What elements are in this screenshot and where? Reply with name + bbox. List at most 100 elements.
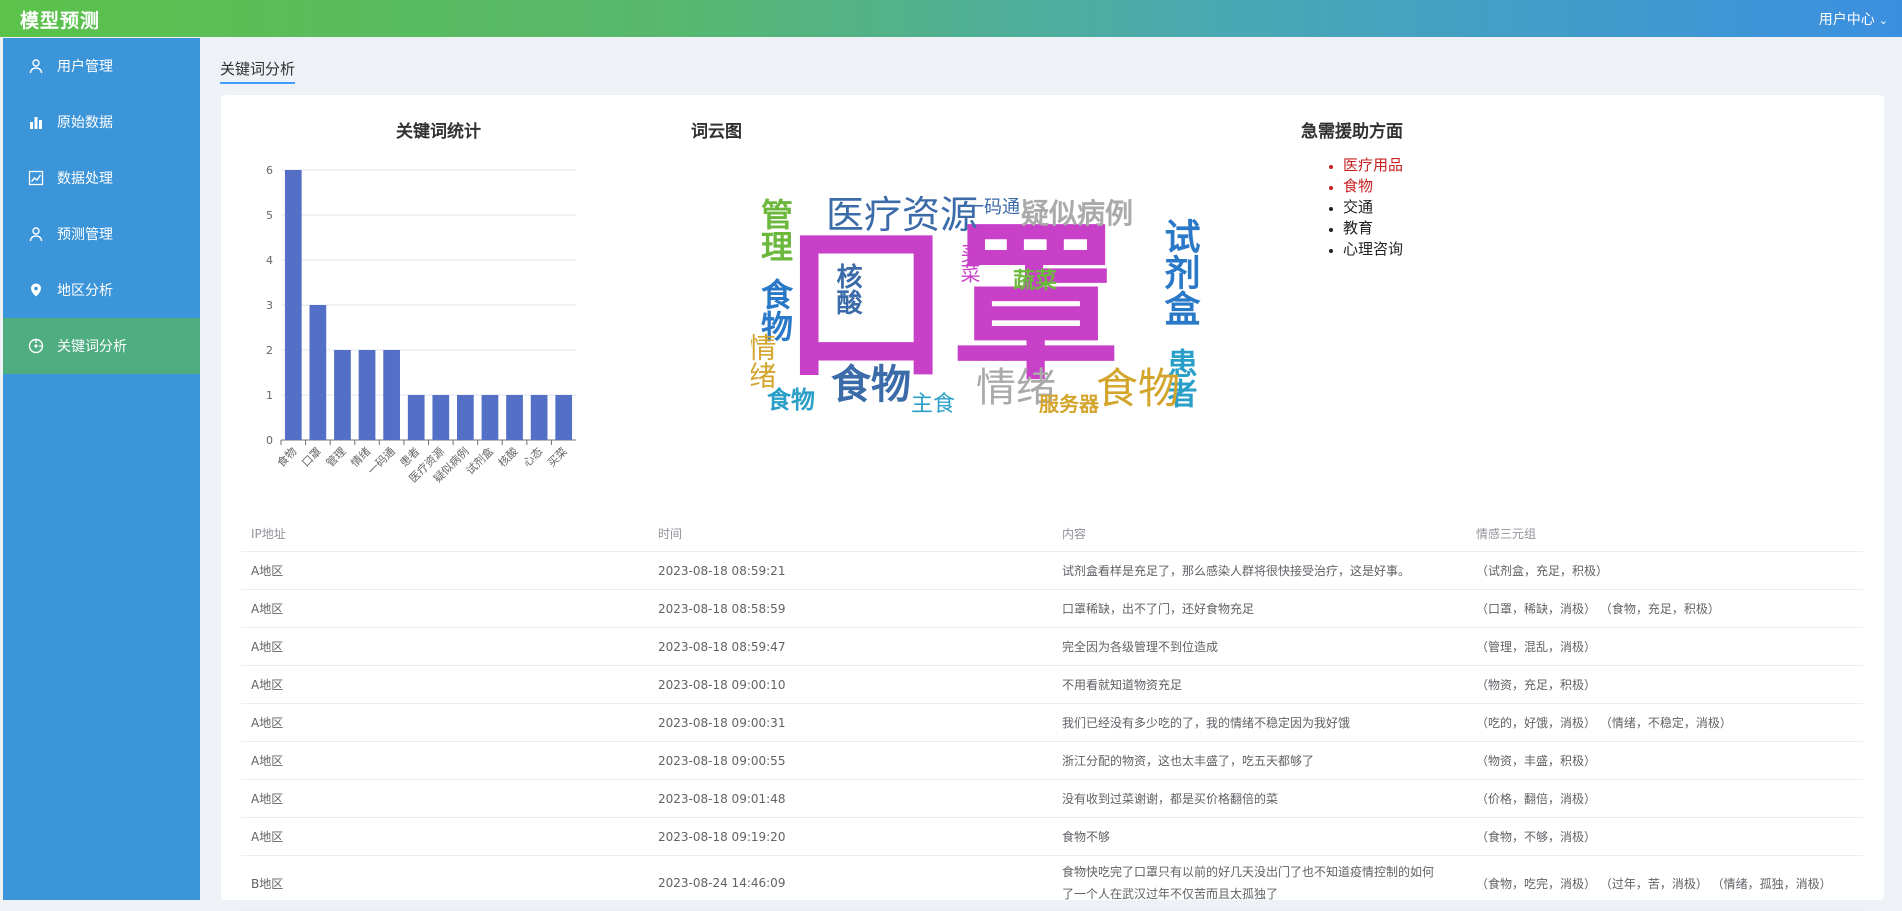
x-tick-label: 口罩 (299, 445, 324, 470)
table-cell: 2023-08-18 08:59:21 (648, 551, 1052, 590)
table-cell: 口罩稀缺，出不了门，还好食物充足 (1052, 589, 1466, 628)
sidebar-item-label: 原始数据 (57, 115, 113, 131)
table-cell: 2023-08-18 09:00:10 (648, 665, 1052, 704)
table-row: A地区 2023-08-18 09:00:55 浙江分配的物资，这也太丰盛了，吃五天… (241, 741, 1863, 780)
y-tick-label: 5 (266, 209, 273, 222)
table-cell: 2023-08-18 09:00:55 (648, 741, 1052, 780)
table-cell: A地区 (241, 817, 648, 856)
y-tick-label: 2 (266, 344, 273, 357)
wordcloud-word: 买菜 (957, 243, 981, 283)
sidebar-item-label: 用户管理 (57, 59, 113, 75)
bar (383, 350, 400, 440)
sidebar-item-user-management[interactable]: 用户管理 (3, 38, 200, 94)
y-tick-label: 3 (266, 299, 273, 312)
table-cell: A地区 (241, 589, 648, 628)
urgent-aid-title: 急需援助方面 (1301, 122, 1403, 142)
table-cell: （吃的，好饿，消极） （情绪，不稳定，消极） (1466, 703, 1863, 742)
list-item: 食物 (1343, 176, 1403, 197)
x-tick-label: 买菜 (545, 445, 570, 470)
bar (457, 395, 474, 440)
wordcloud-word: 食物 (767, 386, 815, 413)
user-center-menu[interactable]: 用户中心 ⌄ (1819, 9, 1888, 29)
wordcloud-word: 蔬菜 (1013, 269, 1057, 294)
table-cell: （物资，丰盛，积极） (1466, 741, 1863, 780)
bar-chart-icon (27, 113, 45, 131)
bar (309, 305, 327, 440)
table-cell: （价格，翻倍，消极） (1466, 779, 1863, 818)
wordcloud-word: 医疗资源 (826, 193, 978, 237)
user-icon (27, 225, 45, 243)
x-tick-label: 核酸 (495, 444, 520, 469)
bar (358, 350, 376, 440)
wordcloud-title: 词云图 (691, 122, 742, 142)
table-cell: A地区 (241, 627, 648, 666)
table-row: A地区 2023-08-18 08:59:47 完全因为各级管理不到位造成 （管理，混… (241, 627, 1863, 666)
table-row: A地区 2023-08-18 08:58:59 口罩稀缺，出不了门，还好食物充足 （口… (241, 589, 1863, 628)
x-tick-label: 心态 (520, 445, 545, 470)
compass-icon (27, 337, 45, 355)
table-header-row: IP地址 时间 内容 情感三元组 (241, 515, 1863, 552)
list-item: 教育 (1343, 218, 1403, 239)
wordcloud-image: 口罩 医疗资源 疑似病例 试剂盒 患者 管理 食物 情绪 情绪 核酸 蔬菜 食物… (751, 193, 1201, 413)
y-tick-label: 1 (266, 389, 273, 402)
top-bar: 模型预测 用户中心 ⌄ (0, 0, 1902, 37)
bar (530, 395, 548, 440)
wordcloud-word: 食物 (831, 362, 911, 408)
column-header-time: 时间 (648, 515, 1052, 552)
urgent-aid-list: 医疗用品 食物 交通 教育 心理咨询 (1321, 155, 1403, 260)
wordcloud-word: 服务器 (1039, 392, 1100, 413)
user-icon (27, 57, 45, 75)
column-header-ip: IP地址 (241, 515, 648, 552)
wordcloud-word: 一码通 (966, 197, 1020, 218)
keyword-bar-chart: 0123456食物 口罩 管理 情绪一码通 患者医疗资源疑似病例试剂盒 核酸 心态 买菜 (266, 164, 576, 485)
sidebar-item-keyword-analysis[interactable]: 关键词分析 (3, 318, 200, 374)
bar (432, 395, 450, 440)
y-tick-label: 0 (266, 434, 273, 447)
table-cell: 食物快吃完了口罩只有以前的好几天没出门了也不知道疫情控制的如何了一个人在武汉过年… (1052, 855, 1466, 911)
list-item: 心理咨询 (1343, 239, 1403, 260)
table-cell: 2023-08-18 09:19:20 (648, 817, 1052, 856)
sidebar-item-label: 数据处理 (57, 171, 113, 187)
table-row: A地区 2023-08-18 09:00:10 不用看就知道物资充足 （物资，充足，积… (241, 665, 1863, 704)
sidebar-item-label: 地区分析 (57, 283, 113, 299)
sidebar-item-label: 预测管理 (57, 227, 113, 243)
column-header-triplets: 情感三元组 (1466, 515, 1863, 552)
bar (407, 395, 425, 440)
wordcloud-word: 主食 (911, 392, 955, 413)
wordcloud-word: 食物 (1096, 364, 1180, 413)
table-row: A地区 2023-08-18 08:59:21 试剂盒看样是充足了，那么感染人群将很… (241, 551, 1863, 590)
sidebar-item-data-processing[interactable]: 数据处理 (3, 150, 200, 206)
table-cell: （口罩，稀缺，消极） （食物，充足，积极） (1466, 589, 1863, 628)
table-cell: 没有收到过菜谢谢，都是买价格翻倍的菜 (1052, 779, 1466, 818)
table-cell: A地区 (241, 703, 648, 742)
bar (506, 395, 523, 440)
tab-keyword-analysis[interactable]: 关键词分析 (220, 58, 296, 84)
keyword-stats-title: 关键词统计 (396, 122, 481, 142)
x-tick-label: 试剂盒 (463, 444, 496, 477)
table-cell: A地区 (241, 741, 648, 780)
y-tick-label: 6 (266, 164, 273, 177)
list-item: 医疗用品 (1343, 155, 1403, 176)
x-tick-label: 食物 (274, 444, 299, 469)
table-row: A地区 2023-08-18 09:19:20 食物不够 （食物，不够，消极） (241, 817, 1863, 856)
y-tick-label: 4 (266, 254, 273, 267)
table-cell: 我们已经没有多少吃的了，我的情绪不稳定因为我好饿 (1052, 703, 1466, 742)
sidebar-item-label: 关键词分析 (57, 339, 127, 355)
sidebar-item-region-analysis[interactable]: 地区分析 (3, 262, 200, 318)
main-card: 关键词统计 词云图 急需援助方面 0 1 2 3 4 5 6 食物 口罩 管理 情绪 一码通 患者 医疗资… (221, 95, 1884, 911)
table-cell: （试剂盒，充足，积极） (1466, 551, 1863, 590)
table-cell: A地区 (241, 665, 648, 704)
table-cell: 完全因为各级管理不到位造成 (1052, 627, 1466, 666)
table-cell: A地区 (241, 779, 648, 818)
table-cell: 2023-08-18 08:59:47 (648, 627, 1052, 666)
sidebar-item-prediction-management[interactable]: 预测管理 (3, 206, 200, 262)
bar (555, 395, 573, 440)
wordcloud-word: 核酸 (832, 262, 862, 316)
table-cell: 2023-08-18 09:01:48 (648, 779, 1052, 818)
x-tick-label: 一码通 (365, 445, 398, 478)
sidebar-item-raw-data[interactable]: 原始数据 (3, 94, 200, 150)
x-tick-label: 管理 (323, 444, 348, 469)
list-item: 交通 (1343, 197, 1403, 218)
wordcloud-word: 管理 (756, 198, 794, 262)
table-cell: （食物，不够，消极） (1466, 817, 1863, 856)
